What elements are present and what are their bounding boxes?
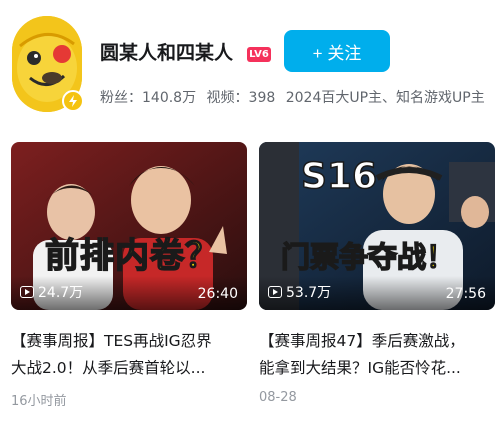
play-count-value: 24.7万 — [38, 285, 84, 301]
video-title[interactable]: 【赛事周报】TES再战IG忍界 大战2.0！从季后赛首轮以... — [11, 328, 247, 382]
video-thumbnail[interactable]: 前排内卷？ 24.7万 26:40 — [11, 142, 247, 310]
thumbnail-caption: 前排内卷？ — [44, 235, 220, 277]
channel-stats: 粉丝：140.8万 视频：398 2024百大UP主、知名游戏UP主 — [100, 87, 491, 107]
video-date: 16小时前 — [11, 394, 67, 409]
fans-stat: 粉丝：140.8万 — [100, 90, 196, 106]
play-count-value: 53.7万 — [286, 285, 332, 301]
video-card[interactable]: 前排内卷？ 24.7万 26:40 【赛事周报】TES再战IG忍界 大战2.0！… — [11, 142, 247, 409]
fans-count: 140.8万 — [142, 90, 197, 106]
video-thumbnail[interactable]: S16 门票争夺战！ 53.7万 27:56 — [259, 142, 495, 310]
level-badge: LV6 — [247, 47, 271, 62]
play-count-icon — [20, 286, 34, 298]
video-date: 08-28 — [259, 390, 297, 405]
verified-bolt-icon — [62, 90, 84, 112]
video-duration: 26:40 — [197, 286, 238, 302]
video-title[interactable]: 【赛事周报47】季后赛激战， 能拿到大结果？IG能否怜花... — [259, 328, 495, 382]
videos-label: 视频： — [206, 90, 249, 106]
play-count: 53.7万 — [268, 282, 331, 302]
video-title-line: 大战2.0！从季后赛首轮以... — [11, 359, 206, 377]
play-count-icon — [268, 286, 282, 298]
follow-label: + 关注 — [312, 43, 362, 63]
videos-stat: 视频：398 — [207, 90, 276, 106]
profile-header: 圆某人和四某人 LV6 + 关注 粉丝：140.8万 视频：398 2024百大… — [0, 0, 500, 130]
thumbnail-meta: 24.7万 26:40 — [11, 276, 247, 310]
honors-text: 2024百大UP主、知名游戏UP主 — [285, 90, 485, 106]
video-title-line: 【赛事周报47】季后赛激战， — [259, 332, 465, 350]
thumbnail-meta: 53.7万 27:56 — [259, 276, 495, 310]
fans-label: 粉丝： — [100, 90, 142, 106]
thumbnail-caption: 门票争夺战！ — [280, 239, 456, 275]
videos-count: 398 — [248, 90, 276, 106]
follow-button[interactable]: + 关注 — [284, 30, 390, 72]
video-card[interactable]: S16 门票争夺战！ 53.7万 27:56 【赛事周报47】季后赛激战， 能拿… — [259, 142, 495, 405]
video-title-line: 【赛事周报】TES再战IG忍界 — [11, 332, 212, 350]
channel-name[interactable]: 圆某人和四某人 — [100, 38, 233, 65]
avatar[interactable] — [12, 16, 84, 112]
play-count: 24.7万 — [20, 282, 83, 302]
thumbnail-caption-top: S16 — [300, 155, 378, 198]
video-title-line: 能拿到大结果？IG能否怜花... — [259, 359, 461, 377]
video-duration: 27:56 — [445, 286, 486, 302]
